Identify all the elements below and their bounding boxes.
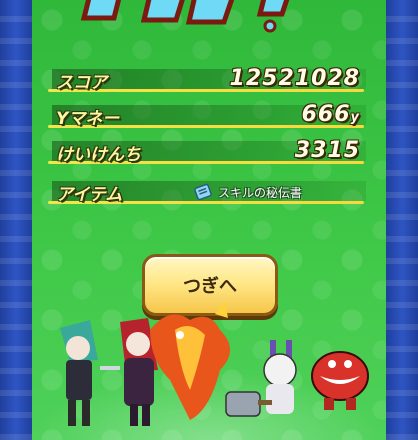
scroll-icon xyxy=(194,183,212,201)
clear-title-letters xyxy=(80,0,290,33)
character-party xyxy=(60,302,369,426)
next-button-label: つぎへ xyxy=(183,276,237,297)
score-label: スコア xyxy=(56,73,107,93)
ymoney-label: Yマネー xyxy=(56,109,120,129)
right-border xyxy=(386,0,418,440)
character-5 xyxy=(311,351,369,410)
character-1 xyxy=(60,320,120,426)
score-row: スコア 12521028 xyxy=(44,66,372,93)
item-name: スキルの秘伝書 xyxy=(218,186,303,200)
score-value: 12521028 xyxy=(229,66,360,91)
character-3 xyxy=(150,302,230,420)
exp-value: 3315 xyxy=(294,138,360,163)
ymoney-row: Yマネー 666y xyxy=(44,102,372,129)
exp-row: けいけんち 3315 xyxy=(44,138,372,165)
character-4 xyxy=(225,340,297,417)
clear-title xyxy=(80,0,290,33)
left-border xyxy=(0,0,32,440)
item-label: アイテム xyxy=(56,185,123,205)
item-entry: スキルの秘伝書 xyxy=(188,180,364,204)
ymoney-value: 666y xyxy=(301,102,360,127)
ymoney-unit: y xyxy=(350,110,360,125)
exp-label: けいけんち xyxy=(56,145,141,165)
